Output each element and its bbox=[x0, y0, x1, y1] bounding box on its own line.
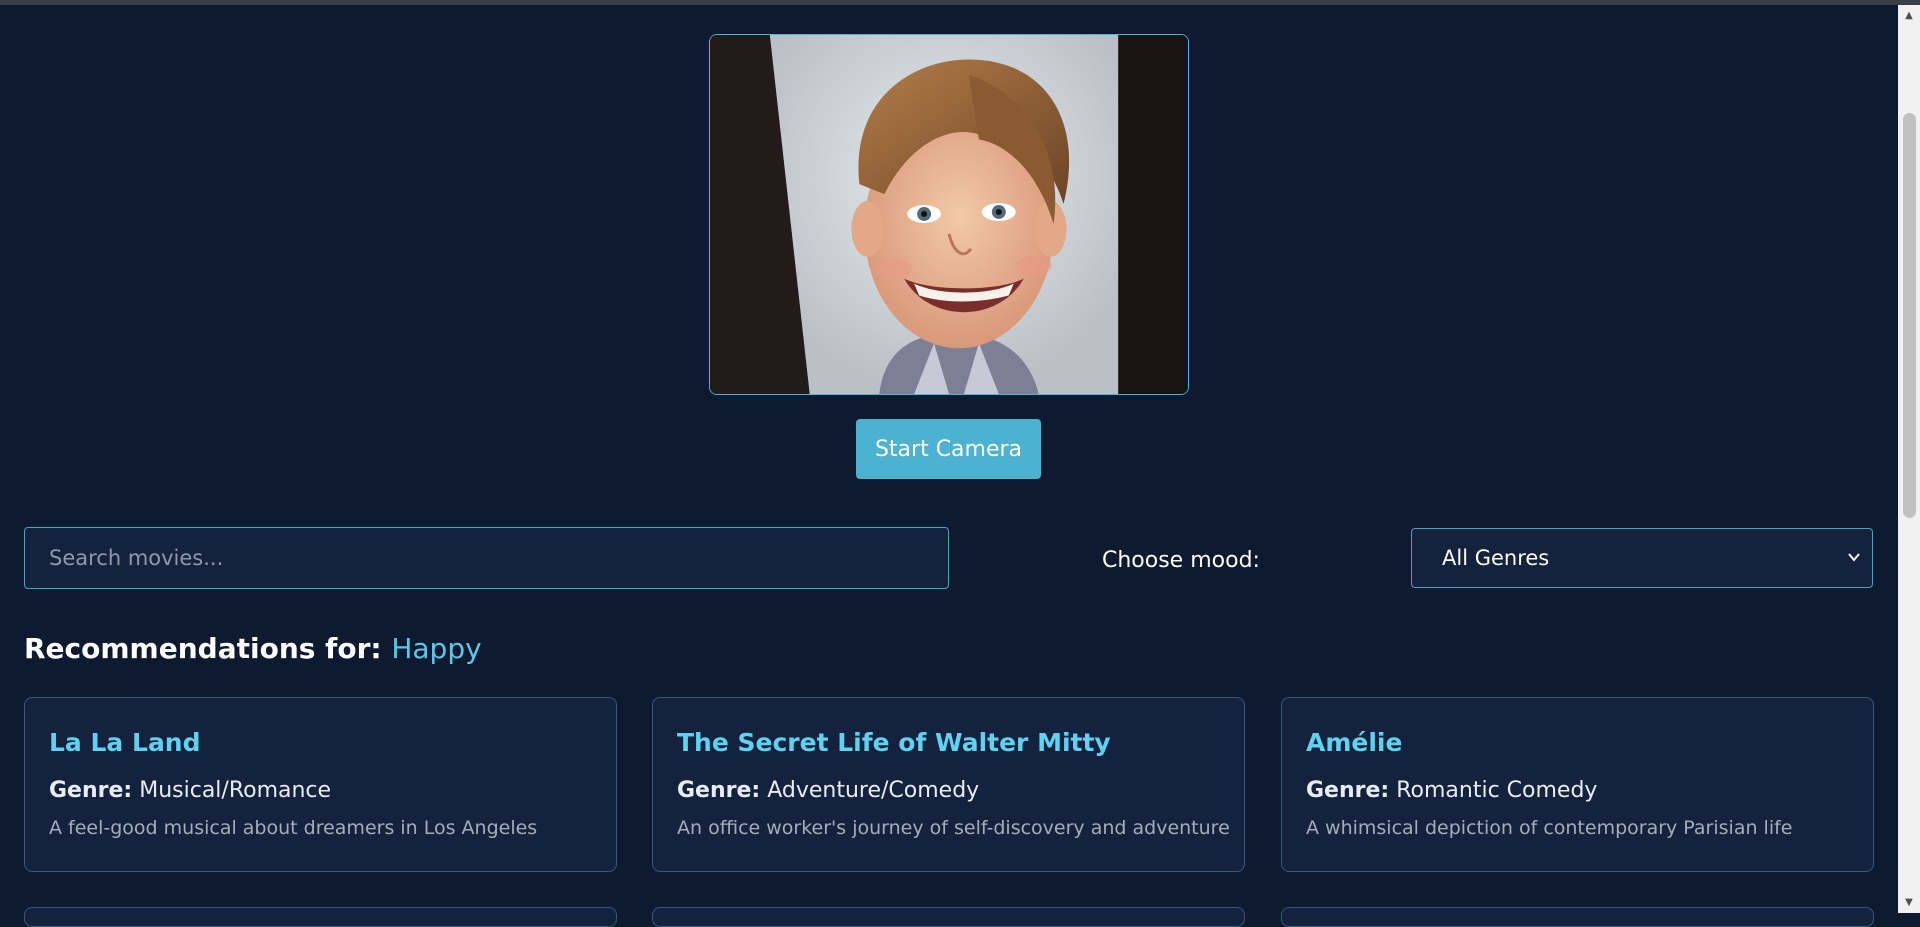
movie-title[interactable]: The Secret Life of Walter Mitty bbox=[677, 728, 1220, 758]
camera-image bbox=[710, 35, 1188, 394]
movie-genre: Genre: Romantic Comedy bbox=[1306, 778, 1849, 803]
detected-mood: Happy bbox=[391, 632, 482, 665]
genre-prefix: Genre: bbox=[1306, 778, 1390, 803]
movie-card[interactable]: Amélie Genre: Romantic Comedy A whimsica… bbox=[1281, 697, 1874, 872]
mood-label: Choose mood: bbox=[1102, 548, 1260, 573]
genre-value: Romantic Comedy bbox=[1396, 778, 1598, 803]
movie-description: An office worker's journey of self-disco… bbox=[677, 817, 1230, 839]
page: Start Camera Choose mood: All Genres Rec… bbox=[0, 5, 1898, 927]
recommendations-heading: Recommendations for: Happy bbox=[24, 632, 482, 665]
camera-feed bbox=[709, 34, 1189, 395]
genre-value: Adventure/Comedy bbox=[767, 778, 980, 803]
scroll-down-arrow-icon[interactable]: ▼ bbox=[1898, 894, 1920, 911]
genre-select[interactable]: All Genres bbox=[1411, 528, 1873, 588]
movie-title[interactable]: Amélie bbox=[1306, 728, 1849, 758]
movie-card[interactable]: La La Land Genre: Musical/Romance A feel… bbox=[24, 697, 617, 872]
scrollbar-thumb[interactable] bbox=[1903, 113, 1916, 518]
movie-genre: Genre: Musical/Romance bbox=[49, 778, 592, 803]
movie-description: A feel-good musical about dreamers in Lo… bbox=[49, 817, 538, 839]
genre-prefix: Genre: bbox=[677, 778, 761, 803]
movie-card-partial[interactable] bbox=[652, 907, 1245, 927]
movie-card[interactable]: The Secret Life of Walter Mitty Genre: A… bbox=[652, 697, 1245, 872]
movie-title[interactable]: La La Land bbox=[49, 728, 592, 758]
scroll-up-arrow-icon[interactable]: ▲ bbox=[1898, 7, 1920, 24]
movie-card-partial[interactable] bbox=[24, 907, 617, 927]
search-input[interactable] bbox=[24, 527, 949, 589]
vertical-scrollbar[interactable]: ▲ ▼ bbox=[1898, 5, 1920, 913]
movie-genre: Genre: Adventure/Comedy bbox=[677, 778, 1220, 803]
recommendations-label: Recommendations for: bbox=[24, 632, 382, 665]
movie-description: A whimsical depiction of contemporary Pa… bbox=[1306, 817, 1793, 839]
genre-value: Musical/Romance bbox=[139, 778, 332, 803]
start-camera-button[interactable]: Start Camera bbox=[856, 419, 1041, 479]
movie-card-partial[interactable] bbox=[1281, 907, 1874, 927]
chevron-down-icon bbox=[1848, 553, 1860, 562]
genre-prefix: Genre: bbox=[49, 778, 133, 803]
genre-select-value: All Genres bbox=[1442, 546, 1550, 570]
